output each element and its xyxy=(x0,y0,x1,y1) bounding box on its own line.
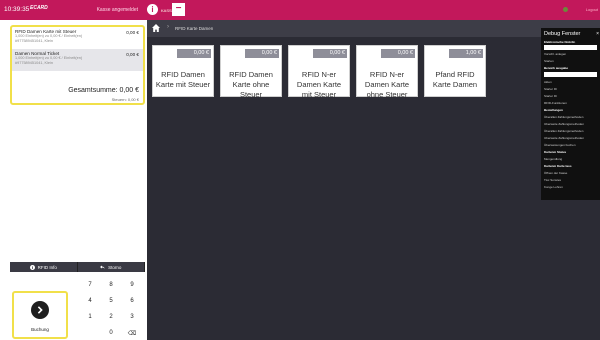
top-bar: i KASSE − Logout xyxy=(147,0,600,20)
debug-menu-item[interactable]: Vorschl. anlegen xyxy=(544,52,566,56)
key-5[interactable]: 5 xyxy=(101,294,121,308)
debug-menu-item[interactable]: Überallen Zahlungsmethoden xyxy=(544,129,583,133)
debug-menu-item[interactable]: Mengendlung xyxy=(544,157,562,161)
keypad-area: Buchung 7 8 9 4 5 6 1 2 3 0 ⌫ xyxy=(10,275,147,340)
product-tile[interactable]: 0,00 € RFID N-er Damen Karte mit Steuer xyxy=(288,45,350,99)
booking-button[interactable]: Buchung xyxy=(12,291,68,339)
product-tile[interactable]: 0,00 € RFID Damen Karte mit Steuer xyxy=(152,45,214,97)
product-name: Pfand RFID Karte Damen xyxy=(432,70,478,89)
clock: 10:39:35 xyxy=(4,6,30,13)
cart-list: RFID Damen Karte mit Steuer 0,00 € 1,000… xyxy=(10,25,145,105)
debug-section-header: Bereich ausgabe xyxy=(544,66,569,70)
action-button-bar: RFID Info Storno xyxy=(10,262,145,272)
debug-menu-item[interactable]: Starten xyxy=(544,59,554,63)
minus-button[interactable]: − xyxy=(172,3,185,16)
debug-menu-item[interactable]: Öffnen der Kasse xyxy=(544,171,567,175)
debug-section-header: Elektronische Notizbl. xyxy=(544,40,576,44)
key-2[interactable]: 2 xyxy=(101,310,121,324)
debug-window: Debug Fenster × Elektronische Notizbl. Vo… xyxy=(541,28,600,200)
register-status: Kasse angemeldet xyxy=(96,7,138,13)
key-9[interactable]: 9 xyxy=(122,278,142,292)
debug-menu-item[interactable]: Überallen Zahlungsmethoden xyxy=(544,115,583,119)
rfid-info-button[interactable]: RFID Info xyxy=(10,262,78,272)
product-name: RFID Damen Karte mit Steuer xyxy=(155,70,211,89)
key-3[interactable]: 3 xyxy=(122,310,142,324)
storno-label: Storno xyxy=(108,264,122,270)
key-1[interactable]: 1 xyxy=(80,310,100,324)
key-0[interactable]: 0 xyxy=(101,326,121,340)
debug-input-field[interactable] xyxy=(544,45,597,50)
logout-link[interactable]: Logout xyxy=(586,7,598,12)
product-price: 0,00 € xyxy=(177,49,211,58)
product-price: 0,00 € xyxy=(381,49,415,58)
cart-tax: Steuern: 0,00 € xyxy=(111,97,139,102)
debug-section-header: Bestellungen xyxy=(544,108,563,112)
debug-menu-item[interactable]: Uberweite Zahlungsmethoden xyxy=(544,122,584,126)
info-icon[interactable]: i xyxy=(147,4,158,15)
close-icon[interactable]: × xyxy=(596,31,599,37)
left-header-bar: 10:39:35 ECARD Kasse angemeldet xyxy=(0,0,147,20)
product-tile[interactable]: 0,00 € RFID N-er Damen Karte ohne Steuer xyxy=(356,45,418,99)
rfid-info-label: RFID Info xyxy=(37,264,57,270)
status-indicator-icon xyxy=(563,7,568,12)
debug-title: Debug Fenster xyxy=(544,31,581,37)
debug-menu-item[interactable]: Konge Lohren xyxy=(544,185,563,189)
cart-item-detail: #977589451041, Klein xyxy=(15,61,54,65)
brand-logo: ECARD xyxy=(30,5,48,11)
debug-menu-item[interactable]: Akten xyxy=(544,80,552,84)
cart-item-price: 0,00 € xyxy=(126,30,139,35)
storno-button[interactable]: Storno xyxy=(77,262,145,272)
debug-menu-item[interactable]: Überweisungen buchen xyxy=(544,143,576,147)
cart-total: Gesamtsumme: 0,00 € xyxy=(68,87,139,94)
key-8[interactable]: 8 xyxy=(101,278,121,292)
cart-item[interactable]: RFID Damen Karte mit Steuer 0,00 € 1,000… xyxy=(12,27,143,49)
key-6[interactable]: 6 xyxy=(122,294,142,308)
home-icon[interactable] xyxy=(152,24,160,32)
product-name: RFID N-er Damen Karte ohne Steuer xyxy=(364,70,410,99)
product-price: 0,00 € xyxy=(313,49,347,58)
debug-menu-item[interactable]: Starter ID xyxy=(544,87,557,91)
info-icon xyxy=(29,264,35,270)
arrow-right-icon xyxy=(31,301,49,319)
undo-arrow-icon xyxy=(100,265,106,269)
debug-menu-item[interactable]: Uberweite Zahlungsmethoden xyxy=(544,136,584,140)
cart-item-price: 0,00 € xyxy=(126,52,139,57)
debug-menu-item[interactable]: Tisc Sonstes xyxy=(544,178,561,182)
cart-item[interactable]: Damen Normal Ticket 0,00 € 1,000 Einheit… xyxy=(12,49,143,71)
debug-section-header: Kartenm Karte laos xyxy=(544,164,572,168)
breadcrumb-item[interactable]: RFID Karte Damen xyxy=(175,26,213,31)
debug-menu-item[interactable]: Starter ID xyxy=(544,94,557,98)
chevron-right-icon: › xyxy=(167,24,169,30)
product-tile[interactable]: 1,00 € Pfand RFID Karte Damen xyxy=(424,45,486,97)
breadcrumb: › RFID Karte Damen xyxy=(147,20,600,37)
product-price: 0,00 € xyxy=(245,49,279,58)
debug-section-header: Menü xyxy=(544,73,552,77)
backspace-key[interactable]: ⌫ xyxy=(122,326,142,340)
booking-label: Buchung xyxy=(31,327,49,332)
product-price: 1,00 € xyxy=(449,49,483,58)
product-name: RFID Damen Karte ohne Steuer xyxy=(229,70,273,99)
debug-section-header: Kartenm Status xyxy=(544,150,567,154)
cart-item-detail: #977589451041, Klein xyxy=(15,39,54,43)
product-tile[interactable]: 0,00 € RFID Damen Karte ohne Steuer xyxy=(220,45,282,99)
key-7[interactable]: 7 xyxy=(80,278,100,292)
debug-menu-item[interactable]: RFID-Funktionen xyxy=(544,101,567,105)
left-panel: 10:39:35 ECARD Kasse angemeldet RFID Dam… xyxy=(0,0,147,340)
product-name: RFID N-er Damen Karte mit Steuer xyxy=(296,70,342,99)
key-4[interactable]: 4 xyxy=(80,294,100,308)
